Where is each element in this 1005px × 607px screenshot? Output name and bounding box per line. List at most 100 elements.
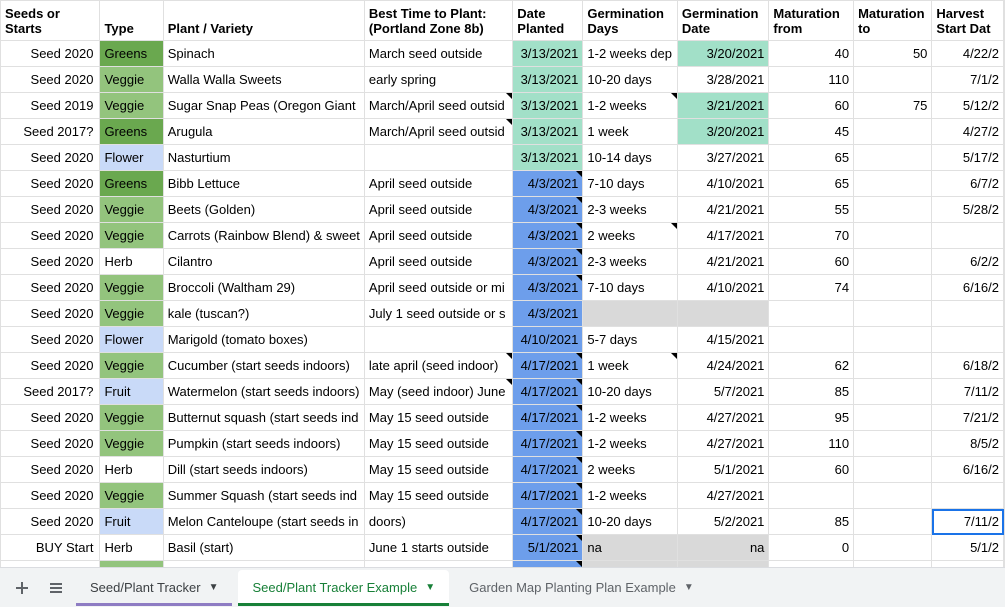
cell-type[interactable]: Veggie — [100, 405, 163, 431]
cell-type[interactable]: Veggie — [100, 197, 163, 223]
cell-best-time[interactable]: April seed outside or mi — [364, 275, 512, 301]
cell-seeds[interactable]: Seed 2020 — [1, 457, 100, 483]
cell-plant[interactable]: Butternut squash (start seeds ind — [163, 405, 364, 431]
col-header[interactable]: Maturation from — [769, 1, 854, 41]
cell-best-time[interactable]: April seed outside — [364, 223, 512, 249]
cell-best-time[interactable]: May 15 seed outside — [364, 431, 512, 457]
col-header[interactable]: Best Time to Plant: (Portland Zone 8b) — [364, 1, 512, 41]
cell-harvest-start[interactable]: 8/5/2 — [932, 431, 1004, 457]
cell-seeds[interactable]: Seed 2020 — [1, 249, 100, 275]
cell-harvest-start[interactable]: 5/12/2 — [932, 93, 1004, 119]
tab-seed-plant-tracker-example[interactable]: Seed/Plant Tracker Example▼ — [238, 570, 449, 606]
cell-plant[interactable]: Melon Canteloupe (start seeds in — [163, 509, 364, 535]
cell-date-planted[interactable]: 4/3/2021 — [513, 301, 583, 327]
cell-plant[interactable]: Watermelon (start seeds indoors) — [163, 379, 364, 405]
cell-date-planted[interactable]: 4/10/2021 — [513, 327, 583, 353]
cell-type[interactable]: Veggie — [100, 67, 163, 93]
cell-seeds[interactable]: Seed 2020 — [1, 223, 100, 249]
cell-date-planted[interactable]: 3/13/2021 — [513, 67, 583, 93]
cell-germ-days[interactable]: 10-20 days — [583, 509, 677, 535]
cell-harvest-start[interactable]: 7/11/2 — [932, 509, 1004, 535]
cell-germ-date[interactable]: 4/10/2021 — [677, 275, 769, 301]
col-header[interactable]: Maturation to — [854, 1, 932, 41]
cell-seeds[interactable]: Seed 2017? — [1, 119, 100, 145]
cell-harvest-start[interactable]: 5/1/2 — [932, 535, 1004, 561]
cell-germ-date[interactable]: 5/7/2021 — [677, 379, 769, 405]
cell-type[interactable]: Fruit — [100, 509, 163, 535]
col-header[interactable]: Seeds or Starts — [1, 1, 100, 41]
cell-best-time[interactable]: May (seed indoor) June — [364, 379, 512, 405]
cell-germ-days[interactable]: na — [583, 535, 677, 561]
cell-seeds[interactable]: Seed 2020 — [1, 405, 100, 431]
cell-germ-days[interactable]: 1-2 weeks dep — [583, 41, 677, 67]
cell-mat-from[interactable]: 110 — [769, 67, 854, 93]
cell-best-time[interactable]: late april (seed indoor) — [364, 353, 512, 379]
cell-germ-date[interactable]: 4/27/2021 — [677, 431, 769, 457]
cell-germ-days[interactable]: 1-2 weeks — [583, 483, 677, 509]
cell-best-time[interactable]: March/April seed outsid — [364, 93, 512, 119]
cell-mat-to[interactable] — [854, 223, 932, 249]
cell-harvest-start[interactable]: 5/17/2 — [932, 145, 1004, 171]
cell-mat-from[interactable]: 40 — [769, 41, 854, 67]
cell-date-planted[interactable]: 4/17/2021 — [513, 379, 583, 405]
cell-germ-days[interactable]: 1-2 weeks — [583, 405, 677, 431]
cell-plant[interactable]: Summer Squash (start seeds ind — [163, 483, 364, 509]
cell-harvest-start[interactable]: 7/21/2 — [932, 405, 1004, 431]
cell-harvest-start[interactable]: 6/7/2 — [932, 171, 1004, 197]
cell-type[interactable]: Veggie — [100, 223, 163, 249]
cell-germ-days[interactable]: 1 week — [583, 119, 677, 145]
cell-best-time[interactable]: early spring — [364, 67, 512, 93]
cell-germ-date[interactable]: 4/27/2021 — [677, 405, 769, 431]
cell-mat-to[interactable] — [854, 379, 932, 405]
cell-germ-days[interactable]: 2-3 weeks — [583, 197, 677, 223]
cell-mat-to[interactable] — [854, 405, 932, 431]
cell-date-planted[interactable]: 4/17/2021 — [513, 405, 583, 431]
cell-harvest-start[interactable] — [932, 483, 1004, 509]
tab-seed-plant-tracker[interactable]: Seed/Plant Tracker▼ — [76, 570, 232, 606]
cell-best-time[interactable]: July 1 seed outside or s — [364, 301, 512, 327]
cell-mat-to[interactable] — [854, 327, 932, 353]
cell-mat-to[interactable] — [854, 275, 932, 301]
cell-germ-days[interactable]: 5-7 days — [583, 327, 677, 353]
cell-type[interactable]: Fruit — [100, 379, 163, 405]
cell-germ-date[interactable]: 4/15/2021 — [677, 327, 769, 353]
cell-mat-to[interactable] — [854, 353, 932, 379]
cell-type[interactable]: Greens — [100, 171, 163, 197]
cell-germ-days[interactable]: 1-2 weeks — [583, 93, 677, 119]
cell-type[interactable]: Herb — [100, 535, 163, 561]
cell-date-planted[interactable]: 4/17/2021 — [513, 353, 583, 379]
cell-best-time[interactable]: April seed outside — [364, 249, 512, 275]
cell-mat-to[interactable] — [854, 249, 932, 275]
cell-mat-from[interactable]: 65 — [769, 145, 854, 171]
cell-type[interactable]: Greens — [100, 119, 163, 145]
cell-date-planted[interactable]: 4/3/2021 — [513, 275, 583, 301]
cell-plant[interactable]: Arugula — [163, 119, 364, 145]
cell-mat-from[interactable]: 60 — [769, 457, 854, 483]
cell-mat-to[interactable] — [854, 145, 932, 171]
cell-germ-days[interactable]: 2-3 weeks — [583, 249, 677, 275]
cell-mat-to[interactable]: 75 — [854, 93, 932, 119]
col-header[interactable]: Date Planted — [513, 1, 583, 41]
cell-mat-from[interactable]: 0 — [769, 535, 854, 561]
cell-type[interactable]: Greens — [100, 41, 163, 67]
cell-germ-date[interactable]: 4/27/2021 — [677, 483, 769, 509]
cell-plant[interactable]: Spinach — [163, 41, 364, 67]
cell-plant[interactable]: Broccoli (Waltham 29) — [163, 275, 364, 301]
cell-seeds[interactable]: Seed 2020 — [1, 327, 100, 353]
cell-date-planted[interactable]: 3/13/2021 — [513, 119, 583, 145]
cell-seeds[interactable]: Seed 2020 — [1, 483, 100, 509]
cell-date-planted[interactable]: 5/1/2021 — [513, 535, 583, 561]
cell-mat-from[interactable]: 45 — [769, 119, 854, 145]
cell-plant[interactable]: Beets (Golden) — [163, 197, 364, 223]
cell-seeds[interactable]: Seed 2020 — [1, 509, 100, 535]
cell-date-planted[interactable]: 4/3/2021 — [513, 197, 583, 223]
cell-mat-to[interactable] — [854, 509, 932, 535]
cell-seeds[interactable]: Seed 2020 — [1, 171, 100, 197]
cell-germ-date[interactable]: 3/27/2021 — [677, 145, 769, 171]
cell-germ-days[interactable]: 7-10 days — [583, 171, 677, 197]
spreadsheet-grid[interactable]: Seeds or StartsTypePlant / VarietyBest T… — [0, 0, 1005, 567]
cell-date-planted[interactable]: 4/3/2021 — [513, 171, 583, 197]
cell-best-time[interactable]: May 15 seed outside — [364, 457, 512, 483]
cell-type[interactable]: Flower — [100, 145, 163, 171]
cell-germ-days[interactable]: 1 week — [583, 353, 677, 379]
